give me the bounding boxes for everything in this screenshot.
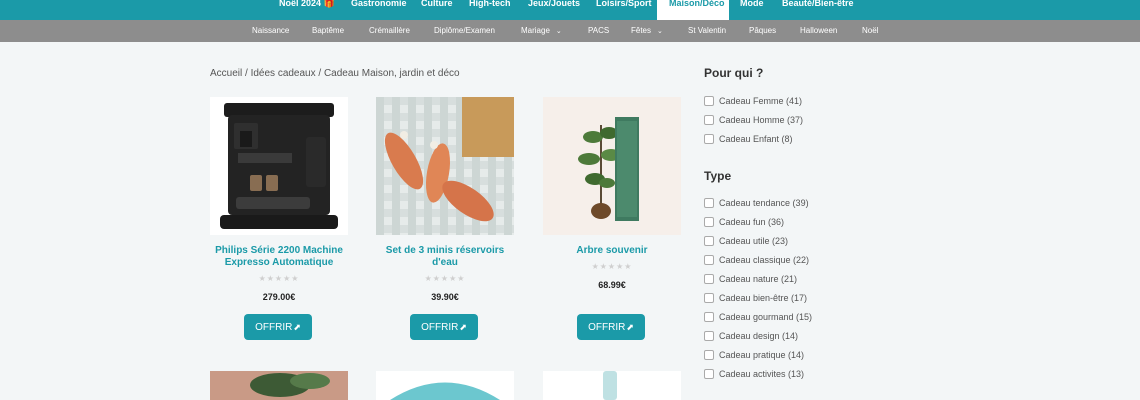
filter-label: Cadeau activites (13): [719, 369, 805, 379]
product-card: Set de 3 minis réservoirs d'eau ★★★★★ 39…: [376, 97, 514, 347]
rating-stars: ★★★★★: [258, 274, 300, 283]
offer-button-label: OFFRIR: [255, 322, 293, 333]
subnav-item-label: Fêtes: [631, 26, 652, 35]
subnav-item-label: Mariage: [521, 26, 550, 35]
subnav-item-st-valentin[interactable]: St Valentin: [688, 20, 726, 42]
offer-button[interactable]: OFFRIR⬈: [577, 314, 645, 340]
subnav-item-bapteme[interactable]: Baptême: [312, 20, 344, 42]
subnav-item-fetes[interactable]: Fêtes ⌄: [631, 20, 663, 42]
product-card: Philips Série 2200 Machine Expresso Auto…: [210, 97, 348, 347]
filter-label: Cadeau bien-être (17): [719, 293, 808, 303]
product-image-umbrella[interactable]: [376, 371, 514, 400]
offer-button-label: OFFRIR: [421, 322, 459, 333]
filter-cadeau-nature[interactable]: Cadeau nature (21): [704, 273, 797, 285]
nav-item-gastronomie[interactable]: Gastronomie: [351, 0, 407, 20]
filter-label: Cadeau Enfant (8): [719, 134, 793, 144]
offer-button-label: OFFRIR: [588, 322, 626, 333]
sub-navigation: Naissance Baptême Crémaillère Diplôme/Ex…: [0, 20, 1140, 42]
product-title[interactable]: Arbre souvenir: [543, 245, 681, 257]
product-title[interactable]: Set de 3 minis réservoirs d'eau: [376, 245, 514, 269]
subnav-item-diplome-examen[interactable]: Diplôme/Examen: [434, 20, 495, 42]
subnav-item-mariage[interactable]: Mariage ⌄: [521, 20, 562, 42]
filter-cadeau-classique[interactable]: Cadeau classique (22): [704, 254, 809, 266]
subnav-item-paques[interactable]: Pâques: [749, 20, 776, 42]
top-navigation: Noël 2024 🎁 Gastronomie Culture High-tec…: [0, 0, 1140, 20]
checkbox[interactable]: [704, 96, 714, 106]
filter-label: Cadeau utile (23): [719, 236, 789, 246]
filter-cadeau-utile[interactable]: Cadeau utile (23): [704, 235, 788, 247]
filter-cadeau-femme[interactable]: Cadeau Femme (41): [704, 95, 802, 107]
external-link-icon: ⬈: [626, 322, 634, 332]
product-card: Arbre souvenir ★★★★★ 68.99€ OFFRIR⬈: [543, 97, 681, 347]
filter-cadeau-activites[interactable]: Cadeau activites (13): [704, 368, 804, 380]
offer-button[interactable]: OFFRIR⬈: [410, 314, 478, 340]
checkbox[interactable]: [704, 255, 714, 265]
filter-label: Cadeau gourmand (15): [719, 312, 813, 322]
filter-label: Cadeau pratique (14): [719, 350, 805, 360]
filter-cadeau-tendance[interactable]: Cadeau tendance (39): [704, 197, 809, 209]
checkbox[interactable]: [704, 198, 714, 208]
chevron-down-icon: ⌄: [555, 28, 562, 35]
filter-cadeau-design[interactable]: Cadeau design (14): [704, 330, 798, 342]
rating-stars: ★★★★★: [591, 262, 633, 271]
offer-button[interactable]: OFFRIR⬈: [244, 314, 312, 340]
subnav-item-noel[interactable]: Noël: [862, 20, 878, 42]
breadcrumb[interactable]: Accueil / Idées cadeaux / Cadeau Maison,…: [210, 68, 460, 79]
checkbox[interactable]: [704, 236, 714, 246]
product-image-souvenir-tree[interactable]: [543, 97, 681, 235]
subnav-item-pacs[interactable]: PACS: [588, 20, 609, 42]
checkbox[interactable]: [704, 217, 714, 227]
product-image-plant[interactable]: [210, 371, 348, 400]
filter-cadeau-gourmand[interactable]: Cadeau gourmand (15): [704, 311, 812, 323]
checkbox[interactable]: [704, 293, 714, 303]
nav-item-mode[interactable]: Mode: [740, 0, 764, 20]
subnav-item-cremaillere[interactable]: Crémaillère: [369, 20, 410, 42]
external-link-icon: ⬈: [293, 322, 301, 332]
checkbox[interactable]: [704, 350, 714, 360]
checkbox[interactable]: [704, 115, 714, 125]
filter-label: Cadeau Femme (41): [719, 96, 803, 106]
product-image-bottle[interactable]: [543, 371, 681, 400]
filter-label: Cadeau classique (22): [719, 255, 810, 265]
filter-label: Cadeau Homme (37): [719, 115, 804, 125]
product-title[interactable]: Philips Série 2200 Machine Expresso Auto…: [210, 245, 348, 269]
nav-item-high-tech[interactable]: High-tech: [469, 0, 511, 20]
subnav-item-halloween[interactable]: Halloween: [800, 20, 837, 42]
filter-label: Cadeau design (14): [719, 331, 799, 341]
subnav-item-naissance[interactable]: Naissance: [252, 20, 289, 42]
nav-item-maison-deco[interactable]: Maison/Déco: [657, 0, 729, 20]
filter-cadeau-enfant[interactable]: Cadeau Enfant (8): [704, 133, 793, 145]
nav-item-noel-2024[interactable]: Noël 2024 🎁: [279, 0, 335, 20]
filter-heading-type: Type: [704, 169, 732, 183]
checkbox[interactable]: [704, 274, 714, 284]
rating-stars: ★★★★★: [424, 274, 466, 283]
checkbox[interactable]: [704, 331, 714, 341]
filter-label: Cadeau fun (36): [719, 217, 785, 227]
checkbox[interactable]: [704, 134, 714, 144]
product-price: 39.90€: [431, 292, 459, 302]
filter-heading-pour-qui: Pour qui ?: [704, 66, 764, 80]
filter-cadeau-homme[interactable]: Cadeau Homme (37): [704, 114, 803, 126]
product-image-coffee-machine[interactable]: [210, 97, 348, 235]
nav-item-loisirs-sport[interactable]: Loisirs/Sport: [596, 0, 652, 20]
nav-item-culture[interactable]: Culture: [421, 0, 453, 20]
filter-cadeau-bien-etre[interactable]: Cadeau bien-être (17): [704, 292, 807, 304]
external-link-icon: ⬈: [459, 322, 467, 332]
nav-item-jeux-jouets[interactable]: Jeux/Jouets: [528, 0, 580, 20]
chevron-down-icon: ⌄: [657, 28, 663, 35]
checkbox[interactable]: [704, 312, 714, 322]
filter-label: Cadeau nature (21): [719, 274, 798, 284]
product-price: 68.99€: [598, 280, 626, 290]
product-image-water-reservoirs[interactable]: [376, 97, 514, 235]
filter-cadeau-fun[interactable]: Cadeau fun (36): [704, 216, 784, 228]
checkbox[interactable]: [704, 369, 714, 379]
filter-label: Cadeau tendance (39): [719, 198, 809, 208]
filter-cadeau-pratique[interactable]: Cadeau pratique (14): [704, 349, 804, 361]
nav-item-beaute-bien-etre[interactable]: Beauté/Bien-être: [782, 0, 854, 20]
product-price: 279.00€: [262, 292, 296, 302]
